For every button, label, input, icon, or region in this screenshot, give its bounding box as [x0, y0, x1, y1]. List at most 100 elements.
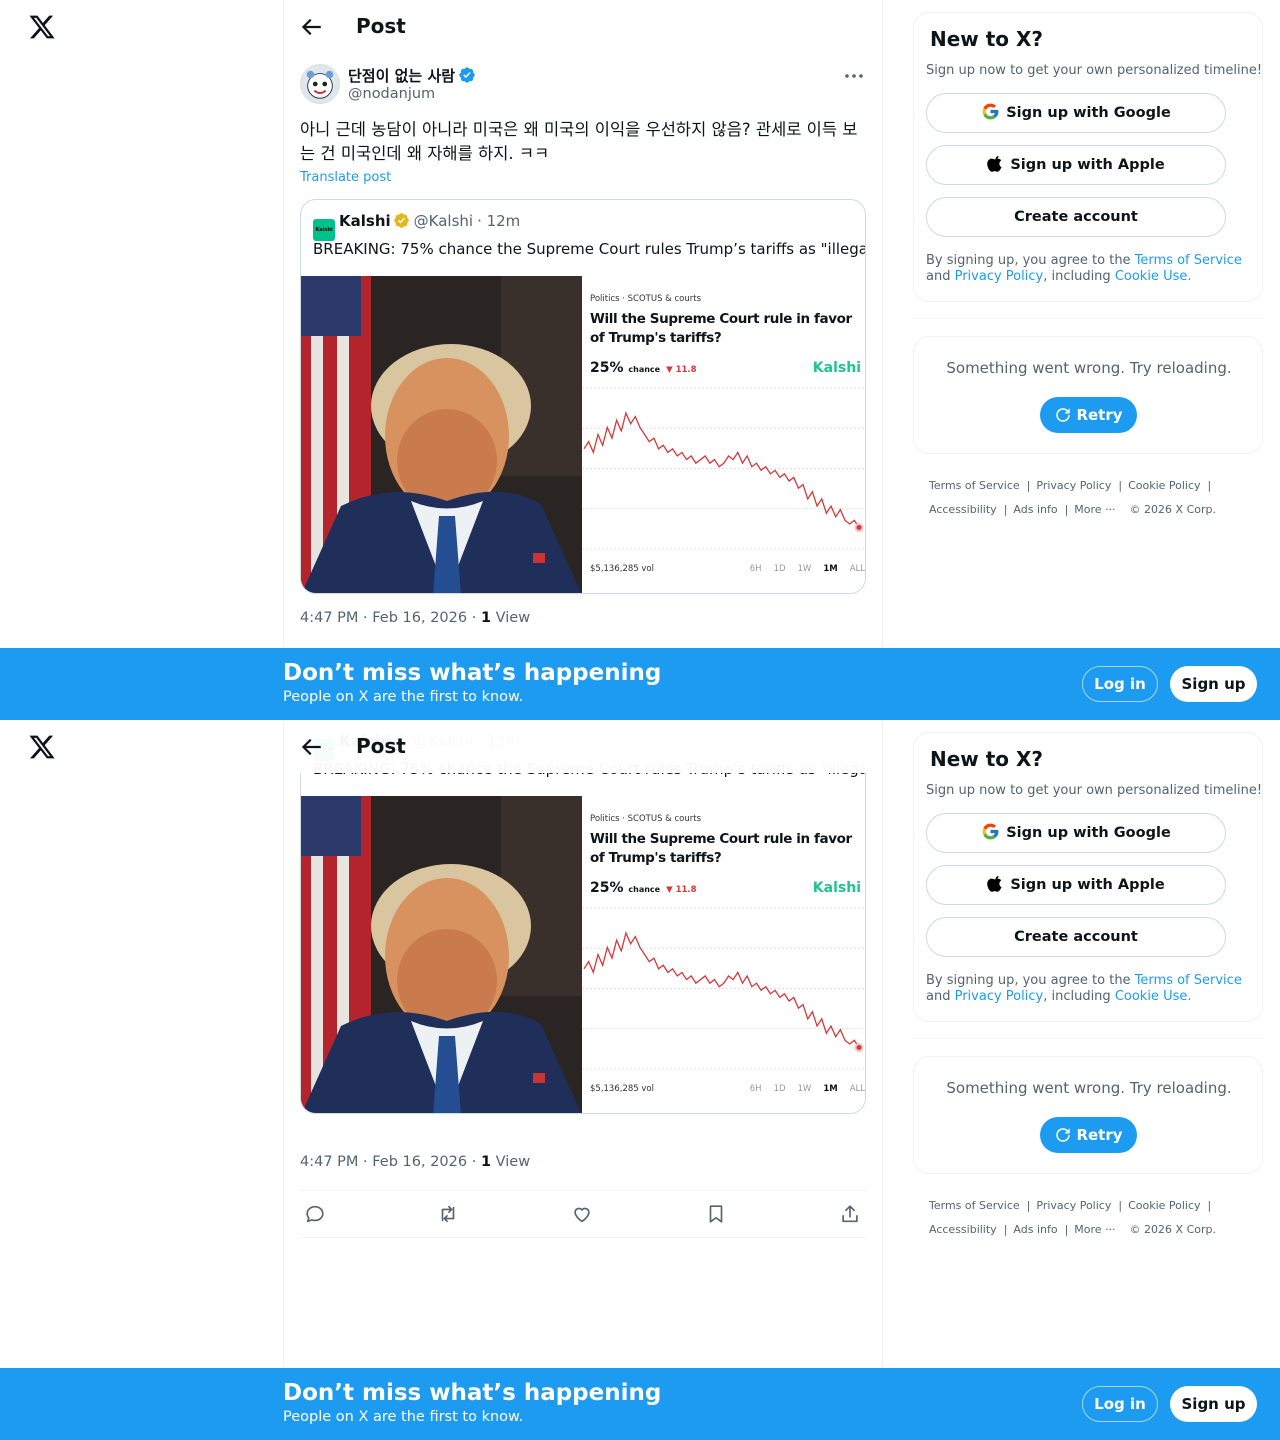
quoted-author-name: Kalshi: [339, 212, 391, 230]
range-option-1w[interactable]: 1W: [798, 564, 812, 574]
google-signup-button[interactable]: Sign up with Google: [926, 93, 1226, 133]
footer-cookie-link[interactable]: Cookie Policy: [1128, 1199, 1200, 1212]
google-signup-label: Sign up with Google: [1006, 105, 1171, 121]
footer-more-link[interactable]: More ···: [1074, 1223, 1115, 1236]
footer-ads-link[interactable]: Ads info: [1013, 1223, 1057, 1236]
range-selector: 6H 1D 1W 1M ALL: [738, 1084, 865, 1094]
timestamp-text[interactable]: 4:47 PM · Feb 16, 2026 ·: [300, 610, 481, 626]
apple-icon: [987, 156, 1002, 172]
x-logo-icon[interactable]: [28, 733, 56, 761]
range-option-6h[interactable]: 6H: [750, 1084, 762, 1094]
apple-signup-button[interactable]: Sign up with Apple: [926, 145, 1226, 185]
google-signup-button[interactable]: Sign up with Google: [926, 813, 1226, 853]
range-option-1w[interactable]: 1W: [798, 1084, 812, 1094]
portrait-photo: [301, 276, 582, 593]
quoted-post[interactable]: KalshiKalshi@Kalshi· 12m BREAKING: 75% c…: [300, 199, 866, 594]
signup-subtitle: Sign up now to get your own personalized…: [926, 63, 1263, 78]
share-icon[interactable]: [839, 1203, 861, 1225]
footer-privacy-link[interactable]: Privacy Policy: [1036, 1199, 1111, 1212]
error-message: Something went wrong. Try reloading.: [946, 359, 1232, 377]
create-account-button[interactable]: Create account: [926, 197, 1226, 237]
privacy-link[interactable]: Privacy Policy: [955, 989, 1044, 1004]
range-option-1m[interactable]: 1M: [823, 564, 837, 574]
viewport-top: 단점이 없는 사람 @nodanjum 아니 근데 농담이 아니라 미국은 왜 …: [0, 0, 1280, 720]
chance-delta: ▼ 11.8: [666, 885, 697, 895]
cookie-link[interactable]: Cookie Use.: [1115, 989, 1192, 1004]
timestamp-text[interactable]: 4:47 PM · Feb 16, 2026 ·: [300, 1154, 481, 1170]
avatar[interactable]: [300, 64, 340, 104]
page-title: Post: [356, 14, 406, 38]
error-box: Something went wrong. Try reloading. Ret…: [913, 1056, 1263, 1174]
market-brand: Kalshi: [812, 360, 861, 376]
market-title: Will the Supreme Court rule in favor of …: [590, 831, 852, 866]
footer-cookie-link[interactable]: Cookie Policy: [1128, 479, 1200, 492]
footer-accessibility-link[interactable]: Accessibility: [929, 503, 997, 516]
quoted-post[interactable]: KalshiKalshi@Kalshi· 12m BREAKING: 75% c…: [300, 720, 866, 1114]
range-option-1d[interactable]: 1D: [774, 564, 786, 574]
create-account-button[interactable]: Create account: [926, 917, 1226, 957]
range-option-1m[interactable]: 1M: [823, 1084, 837, 1094]
footer: Terms of Service | Privacy Policy | Cookie P…: [929, 1194, 1259, 1242]
market-line-chart: [582, 387, 865, 550]
kalshi-avatar: Kalshi: [313, 219, 335, 241]
banner-signup-button[interactable]: Sign up: [1170, 666, 1257, 702]
reply-icon[interactable]: [304, 1203, 326, 1225]
page-header: Post: [284, 0, 882, 53]
footer-more-link[interactable]: More ···: [1074, 503, 1115, 516]
cookie-link[interactable]: Cookie Use.: [1115, 269, 1192, 284]
range-option-all[interactable]: ALL: [850, 564, 865, 574]
quoted-post-media[interactable]: Politics · SCOTUS & courts Will the Supr…: [301, 276, 865, 593]
apple-signup-button[interactable]: Sign up with Apple: [926, 865, 1226, 905]
back-arrow-icon[interactable]: [298, 14, 324, 40]
footer-terms-link[interactable]: Terms of Service: [929, 1199, 1020, 1212]
main-column: KalshiKalshi@Kalshi· 12m BREAKING: 75% c…: [283, 720, 883, 1440]
footer-ads-link[interactable]: Ads info: [1013, 503, 1057, 516]
post-timestamp: 4:47 PM · Feb 16, 2026 · 1 View: [300, 610, 530, 626]
range-option-all[interactable]: ALL: [850, 1084, 865, 1094]
footer-terms-link[interactable]: Terms of Service: [929, 479, 1020, 492]
terms-link[interactable]: Terms of Service: [1135, 973, 1242, 988]
apple-icon: [987, 876, 1002, 892]
market-card: Politics · SCOTUS & courts Will the Supr…: [582, 276, 865, 593]
range-selector: 6H 1D 1W 1M ALL: [738, 564, 865, 574]
translate-post-link[interactable]: Translate post: [300, 170, 391, 185]
chance-value: 25%: [590, 360, 624, 376]
retry-label: Retry: [1076, 1126, 1123, 1144]
terms-link[interactable]: Terms of Service: [1135, 253, 1242, 268]
signup-subtitle: Sign up now to get your own personalized…: [926, 783, 1263, 798]
author-handle[interactable]: @nodanjum: [348, 86, 435, 102]
range-option-1d[interactable]: 1D: [774, 1084, 786, 1094]
error-message: Something went wrong. Try reloading.: [946, 1079, 1232, 1097]
retry-icon: [1056, 1128, 1071, 1142]
author-name[interactable]: 단점이 없는 사람: [348, 67, 455, 85]
chance-value: 25%: [590, 880, 624, 896]
repost-icon[interactable]: [437, 1203, 459, 1225]
footer-accessibility-link[interactable]: Accessibility: [929, 1223, 997, 1236]
quoted-author-handle: @Kalshi: [413, 212, 474, 230]
quoted-post-media[interactable]: Politics · SCOTUS & courts Will the Supr…: [301, 796, 865, 1113]
footer-privacy-link[interactable]: Privacy Policy: [1036, 479, 1111, 492]
like-icon[interactable]: [571, 1203, 593, 1225]
page-title: Post: [356, 734, 406, 758]
chart-current-point: [854, 1043, 864, 1053]
range-option-6h[interactable]: 6H: [750, 564, 762, 574]
banner-signup-button[interactable]: Sign up: [1170, 1386, 1257, 1422]
x-logo-icon[interactable]: [28, 13, 56, 41]
signup-legal-text: By signing up, you agree to the Terms of…: [926, 253, 1256, 285]
bookmark-icon[interactable]: [705, 1203, 727, 1225]
market-breadcrumb: Politics · SCOTUS & courts: [590, 814, 702, 824]
chart-series-line: [583, 931, 860, 1048]
privacy-link[interactable]: Privacy Policy: [955, 269, 1044, 284]
banner-login-button[interactable]: Log in: [1082, 1386, 1158, 1422]
chart-current-point: [854, 523, 864, 533]
retry-button[interactable]: Retry: [1040, 1117, 1137, 1153]
apple-signup-label: Sign up with Apple: [1010, 877, 1165, 893]
footer-separator: |: [1064, 1223, 1069, 1236]
back-arrow-icon[interactable]: [298, 734, 324, 760]
verified-badge-icon: [459, 67, 475, 83]
retry-button[interactable]: Retry: [1040, 397, 1137, 433]
banner-login-button[interactable]: Log in: [1082, 666, 1158, 702]
retry-icon: [1056, 408, 1071, 422]
signup-title: New to X?: [930, 747, 1044, 771]
more-icon[interactable]: [842, 66, 866, 86]
